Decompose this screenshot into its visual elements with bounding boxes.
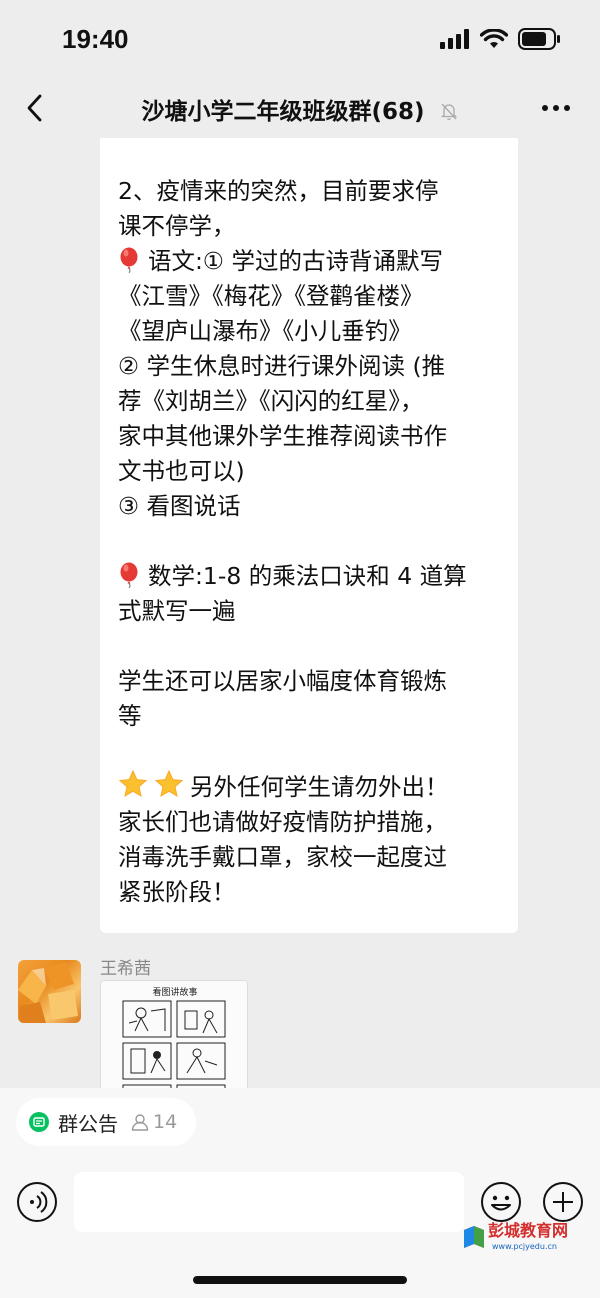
site-watermark: 彭城教育网 www.pcjyedu.cn [464,1221,568,1251]
watermark-site: 彭城教育网 [488,1221,568,1240]
mute-bell-icon [440,103,457,120]
status-time: 19:40 [62,24,129,54]
chat-title: 沙塘小学二年级班级群(68) [141,99,425,125]
star-icon [154,769,184,798]
status-bar: 19:40 [0,0,600,80]
avatar[interactable] [18,960,81,1023]
wifi-icon [480,29,508,48]
member-count: 14 [130,1111,177,1133]
status-icons [440,26,560,52]
star-icon [118,769,148,798]
image-message[interactable]: 看图讲故事 [100,980,248,1088]
message-text-notice: 另外任何学生请勿外出！ 家长们也请做好疫情防护措施， 消毒洗手戴口罩，家校一起度… [118,769,504,910]
balloon-icon [120,247,138,273]
message-bubble[interactable]: 2、疫情来的突然，目前要求停 课不停学， 语文:① 学过的古诗背诵默写 《江雪》… [100,138,518,933]
avatar-photo [18,962,78,1023]
bottom-area: 群公告 14 彭城教育网 www.pcjyedu.cn [0,1088,600,1298]
balloon-icon [120,562,138,588]
person-icon [131,1114,149,1131]
message-text-shuxue: 数学:1-8 的乘法口诀和 4 道算 式默写一遍 [118,559,504,629]
sender-name: 王希茜 [100,959,151,979]
signal-icon [440,29,469,49]
chat-area[interactable]: 2、疫情来的突然，目前要求停 课不停学， 语文:① 学过的古诗背诵默写 《江雪》… [0,138,600,1088]
message-text-exercise: 学生还可以居家小幅度体育锻炼 等 [118,667,447,730]
member-count-value: 14 [153,1111,178,1133]
battery-icon [518,28,560,50]
nav-bar: 沙塘小学二年级班级群(68) [0,80,600,138]
group-notice-button[interactable]: 群公告 14 [16,1098,196,1146]
watermark-url: www.pcjyedu.cn [492,1242,557,1251]
yuwen-text: 语文:① 学过的古诗背诵默写 《江雪》《梅花》《登鹳雀楼》 《望庐山瀑布》《小儿… [118,247,447,520]
more-icon[interactable] [540,98,572,118]
notice-icon [29,1112,49,1132]
message-text-yuwen: 语文:① 学过的古诗背诵默写 《江雪》《梅花》《登鹳雀楼》 《望庐山瀑布》《小儿… [118,244,504,524]
chat-title-wrap: 沙塘小学二年级班级群(68) [0,92,600,126]
comic-image: 看图讲故事 [101,981,247,1088]
message-input[interactable] [74,1172,464,1232]
message-text-intro: 2、疫情来的突然，目前要求停 课不停学， [118,177,439,240]
voice-icon[interactable] [16,1181,58,1223]
group-notice-label: 群公告 [58,1111,118,1136]
shuxue-text: 数学:1-8 的乘法口诀和 4 道算 式默写一遍 [118,562,467,625]
image-title: 看图讲故事 [152,986,197,998]
home-indicator[interactable] [193,1276,407,1284]
